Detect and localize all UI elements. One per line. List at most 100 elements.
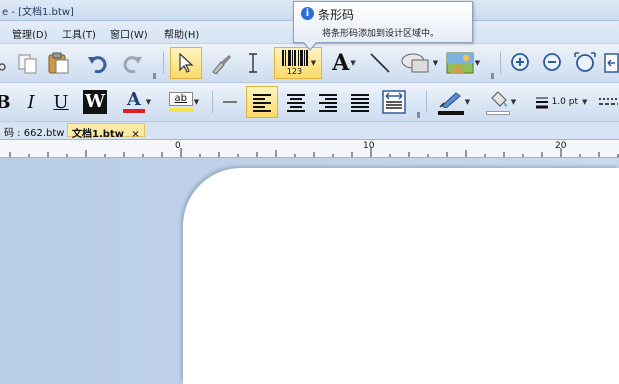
- align-justify-icon: [351, 94, 369, 112]
- menu-window[interactable]: 窗口(W): [110, 26, 148, 41]
- copy-icon: [18, 54, 37, 74]
- toolbar-separator: [212, 91, 213, 113]
- zoom-out-icon: [543, 53, 561, 71]
- align-left-icon: [253, 94, 271, 112]
- align-center-button[interactable]: [282, 87, 310, 117]
- ruler-label-0: 0: [175, 141, 181, 151]
- chevron-down-icon[interactable]: ▼: [465, 98, 470, 106]
- fill-color-swatch: [485, 110, 510, 115]
- image-icon: [446, 52, 474, 74]
- document-tab-strip: 码 : 662.btw 文档1.btw ×: [0, 122, 619, 140]
- fill-color-button[interactable]: ▼: [480, 87, 522, 117]
- bold-button[interactable]: B: [0, 87, 14, 117]
- line-tool-button[interactable]: [366, 48, 394, 78]
- wordart-button[interactable]: W: [80, 87, 110, 117]
- tooltip-description: 将条形码添加到设计区域中。: [322, 29, 440, 39]
- font-color-icon: A: [126, 89, 141, 110]
- chevron-down-icon[interactable]: ▼: [311, 59, 316, 67]
- align-right-button[interactable]: [314, 87, 342, 117]
- ruler-label-10: 10: [363, 141, 375, 151]
- italic-button[interactable]: I: [18, 87, 44, 117]
- chevron-down-icon[interactable]: ▼: [350, 59, 355, 67]
- text-object-button[interactable]: A ▼: [326, 48, 362, 78]
- clipboard-icon: [48, 52, 69, 74]
- toolbar-separator: [426, 91, 427, 113]
- line-color-swatch: [437, 110, 464, 115]
- info-icon: i: [301, 7, 314, 20]
- close-icon[interactable]: ×: [131, 129, 139, 140]
- line-width-value: 1.0 pt: [551, 97, 579, 107]
- barcode-icon: 123: [280, 49, 310, 77]
- menu-tools[interactable]: 工具(T): [62, 26, 96, 41]
- line-width-dropdown[interactable]: 1.0 pt ▼: [526, 87, 596, 117]
- doc-tab-inactive[interactable]: 码 : 662.btw: [0, 123, 68, 139]
- toolbar-grip[interactable]: [490, 73, 495, 79]
- tooltip-title: 条形码: [318, 8, 355, 22]
- align-left-button[interactable]: [246, 86, 278, 118]
- select-tool-button[interactable]: [170, 47, 202, 79]
- redo-button[interactable]: [118, 48, 146, 78]
- text-tool-button[interactable]: [240, 48, 266, 78]
- paste-button[interactable]: [44, 48, 74, 78]
- highlight-swatch: [168, 108, 193, 112]
- cursor-arrow-icon: [179, 52, 194, 73]
- format-painter-button[interactable]: [206, 48, 236, 78]
- shape-tool-button[interactable]: ▼: [398, 48, 440, 78]
- tooltip-pointer: [303, 42, 317, 51]
- zoom-in-icon: [511, 53, 529, 71]
- horizontal-line-icon: [223, 101, 237, 103]
- italic-label: I: [27, 91, 35, 113]
- picture-button[interactable]: ▼: [444, 48, 482, 78]
- barcode-tooltip: i 条形码 将条形码添加到设计区域中。: [293, 1, 473, 43]
- chevron-down-icon[interactable]: ▼: [194, 98, 199, 106]
- line-color-button[interactable]: ▼: [432, 87, 476, 117]
- paint-bucket-icon: [491, 90, 507, 107]
- window-title: e - [文档1.btw]: [2, 7, 74, 18]
- highlight-icon: ab: [168, 92, 193, 106]
- toolbar-grip[interactable]: [416, 112, 421, 118]
- barcode-button[interactable]: 123 ▼: [274, 47, 322, 79]
- doc-tab-label: 文档1.btw: [72, 129, 124, 140]
- copy-button[interactable]: [14, 48, 42, 78]
- font-color-button[interactable]: A ▼: [116, 87, 158, 117]
- chevron-down-icon[interactable]: ▼: [582, 98, 587, 106]
- toolbar-grip[interactable]: [152, 73, 157, 79]
- undo-button[interactable]: [84, 48, 112, 78]
- chevron-down-icon[interactable]: ▼: [475, 59, 480, 67]
- align-justify-button[interactable]: [346, 87, 374, 117]
- toolbar-separator: [163, 52, 164, 74]
- chevron-down-icon[interactable]: ▼: [433, 59, 438, 67]
- underline-button[interactable]: U: [48, 87, 74, 117]
- zoom-fit-icon: [574, 52, 596, 72]
- dash-style-button[interactable]: [598, 87, 619, 117]
- zoom-width-button[interactable]: [604, 48, 619, 78]
- zoom-out-button[interactable]: [538, 48, 568, 78]
- cut-button[interactable]: [0, 48, 12, 78]
- menu-manage[interactable]: 管理(D): [12, 26, 48, 41]
- horizontal-ruler: 0 10 20: [0, 140, 619, 158]
- zoom-in-button[interactable]: [506, 48, 536, 78]
- shapes-icon: [401, 53, 429, 73]
- fit-width-icon: [382, 90, 406, 114]
- zoom-width-icon: [604, 53, 619, 73]
- dash-style-icon: [599, 98, 618, 105]
- zoom-fit-button[interactable]: [570, 48, 600, 78]
- barcode-caption: 123: [286, 67, 303, 76]
- chevron-down-icon[interactable]: ▼: [146, 98, 151, 106]
- font-a-icon: A: [332, 50, 350, 76]
- menu-help[interactable]: 帮助(H): [164, 26, 199, 41]
- brush-icon: [212, 55, 231, 74]
- scissors-icon: [0, 63, 6, 71]
- label-design-area[interactable]: [183, 168, 619, 384]
- toolbar-formatting: B I U W A ▼ ab ▼ ▼ ▼ 1.0 pt ▼: [0, 83, 619, 122]
- pen-icon: [439, 91, 461, 109]
- chevron-down-icon[interactable]: ▼: [511, 98, 516, 106]
- doc-tab-active[interactable]: 文档1.btw ×: [67, 123, 145, 140]
- fit-text-button[interactable]: [378, 87, 410, 117]
- line-style-button[interactable]: [218, 87, 242, 117]
- highlight-button[interactable]: ab ▼: [162, 87, 206, 117]
- align-right-icon: [319, 94, 337, 112]
- redo-icon: [123, 56, 142, 74]
- line-width-icon: [535, 97, 548, 109]
- line-icon: [370, 53, 390, 73]
